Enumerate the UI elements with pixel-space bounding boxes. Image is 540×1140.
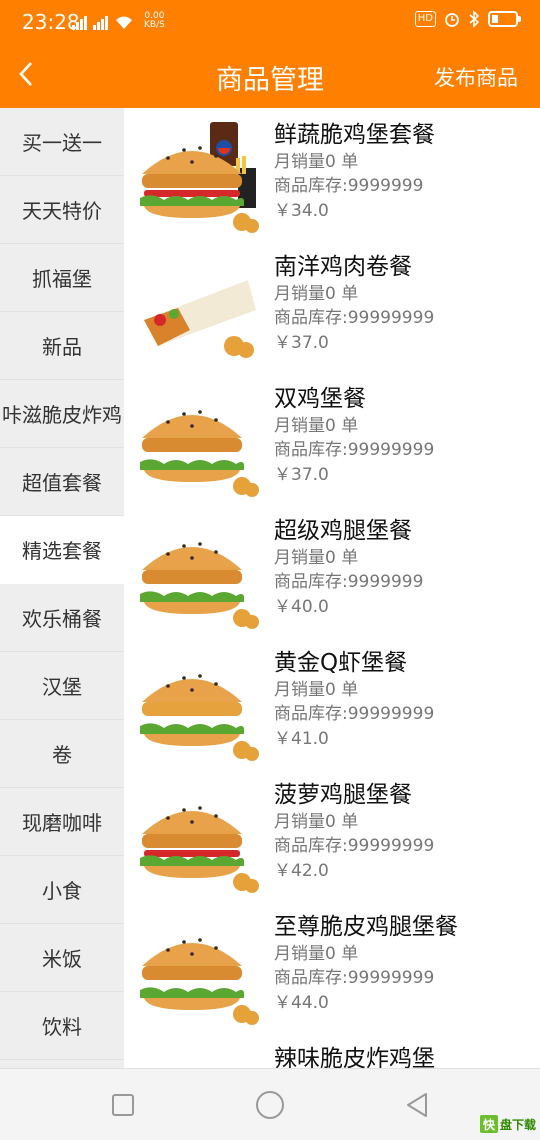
product-list: 鲜蔬脆鸡堡套餐 月销量0 单商品库存:9999999 ￥34.0 南洋鸡肉卷餐 月销量0…: [124, 108, 540, 1068]
wifi-icon: [116, 16, 132, 29]
signal-icon: [72, 14, 87, 30]
sidebar-category-item[interactable]: 咔滋脆皮炸鸡: [0, 380, 124, 448]
product-price: ￥42.0: [274, 861, 329, 881]
product-list-item[interactable]: 辣味脆皮炸鸡堡: [124, 1032, 540, 1068]
product-list-item[interactable]: 南洋鸡肉卷餐月销量0 单商品库存:99999999 ￥37.0: [124, 240, 540, 372]
product-name: 辣味脆皮炸鸡堡: [274, 1046, 435, 1068]
product-list-item[interactable]: 超级鸡腿堡餐月销量0 单商品库存:9999999 ￥40.0: [124, 504, 540, 636]
product-info: 鲜蔬脆鸡堡套餐月销量0 单商品库存:9999999 ￥34.0: [274, 120, 435, 224]
sidebar-category-item[interactable]: 欢乐桶餐: [0, 584, 124, 652]
product-info: 辣味脆皮炸鸡堡: [274, 1044, 435, 1068]
publish-product-button[interactable]: 发布商品: [434, 62, 518, 92]
product-monthly-sales: 月销量0 单: [274, 812, 359, 832]
product-stock: 商品库存:99999999: [274, 968, 435, 988]
product-image: [138, 910, 260, 1028]
product-stock: 商品库存:99999999: [274, 308, 435, 328]
product-image: [138, 118, 260, 236]
home-button[interactable]: [256, 1091, 284, 1119]
product-price: ￥44.0: [274, 993, 329, 1013]
watermark-logo: 快 盘下载: [479, 1115, 536, 1133]
product-info: 双鸡堡餐月销量0 单商品库存:99999999 ￥37.0: [274, 384, 434, 488]
sidebar-category-item[interactable]: 抓福堡: [0, 244, 124, 312]
product-stock: 商品库存:9999999: [274, 176, 424, 196]
product-image: [138, 646, 260, 764]
status-time: 23:28: [22, 10, 80, 34]
product-list-item[interactable]: 菠萝鸡腿堡餐月销量0 单商品库存:99999999 ￥42.0: [124, 768, 540, 900]
nav-back-button[interactable]: [404, 1091, 430, 1119]
product-monthly-sales: 月销量0 单: [274, 152, 359, 172]
sidebar-category-item[interactable]: 饮料: [0, 992, 124, 1060]
product-monthly-sales: 月销量0 单: [274, 680, 359, 700]
product-price: ￥34.0: [274, 201, 329, 221]
product-list-item[interactable]: 至尊脆皮鸡腿堡餐月销量0 单商品库存:99999999 ￥44.0: [124, 900, 540, 1032]
product-stock: 商品库存:99999999: [274, 836, 435, 856]
product-image: [138, 778, 260, 896]
product-monthly-sales: 月销量0 单: [274, 284, 359, 304]
sidebar-category-item[interactable]: 现磨咖啡: [0, 788, 124, 856]
sidebar-category-item[interactable]: 精选套餐: [0, 516, 124, 584]
status-bar: 23:28 0.00 KB/S HD: [0, 0, 540, 40]
product-name: 菠萝鸡腿堡餐: [274, 782, 412, 808]
product-list-item[interactable]: 鲜蔬脆鸡堡套餐月销量0 单商品库存:9999999 ￥34.0: [124, 108, 540, 240]
product-price: ￥41.0: [274, 729, 329, 749]
product-name: 超级鸡腿堡餐: [274, 518, 412, 544]
alarm-icon: [445, 13, 459, 27]
product-price: ￥40.0: [274, 597, 329, 617]
product-name: 南洋鸡肉卷餐: [274, 254, 412, 280]
product-stock: 商品库存:99999999: [274, 440, 435, 460]
bluetooth-icon: [469, 10, 480, 28]
product-stock: 商品库存:99999999: [274, 704, 435, 724]
sidebar-category-item[interactable]: 小食: [0, 856, 124, 924]
product-list-item[interactable]: 黄金Q虾堡餐月销量0 单商品库存:99999999 ￥41.0: [124, 636, 540, 768]
sidebar-category-item[interactable]: 新品: [0, 312, 124, 380]
product-image: [138, 514, 260, 632]
network-speed: 0.00 KB/S: [144, 11, 165, 30]
battery-icon: [488, 11, 521, 27]
product-monthly-sales: 月销量0 单: [274, 416, 359, 436]
product-info: 南洋鸡肉卷餐月销量0 单商品库存:99999999 ￥37.0: [274, 252, 434, 356]
status-right-icons: HD: [414, 10, 521, 28]
product-monthly-sales: 月销量0 单: [274, 944, 359, 964]
sidebar-category-item[interactable]: 买一送一: [0, 108, 124, 176]
sidebar-category-item[interactable]: 米饭: [0, 924, 124, 992]
hd-badge: HD: [414, 11, 436, 27]
product-name: 至尊脆皮鸡腿堡餐: [274, 914, 458, 940]
product-info: 黄金Q虾堡餐月销量0 单商品库存:99999999 ￥41.0: [274, 648, 434, 752]
category-sidebar: 买一送一 天天特价 抓福堡 新品 咔滋脆皮炸鸡 超值套餐 精选套餐 欢乐桶餐 汉堡卷现磨咖啡 小食…: [0, 108, 124, 1068]
product-info: 菠萝鸡腿堡餐月销量0 单商品库存:99999999 ￥42.0: [274, 780, 434, 884]
product-name: 双鸡堡餐: [274, 386, 366, 412]
sidebar-category-item[interactable]: 卷: [0, 720, 124, 788]
product-name: 鲜蔬脆鸡堡套餐: [274, 122, 435, 148]
product-info: 至尊脆皮鸡腿堡餐月销量0 单商品库存:99999999 ￥44.0: [274, 912, 458, 1016]
sidebar-category-item[interactable]: 超值套餐: [0, 448, 124, 516]
product-list-item[interactable]: 双鸡堡餐月销量0 单商品库存:99999999 ￥37.0: [124, 372, 540, 504]
product-stock: 商品库存:9999999: [274, 572, 424, 592]
product-price: ￥37.0: [274, 465, 329, 485]
product-image: [138, 382, 260, 500]
product-price: ￥37.0: [274, 333, 329, 353]
recent-apps-button[interactable]: [112, 1094, 134, 1116]
product-info: 超级鸡腿堡餐月销量0 单商品库存:9999999 ￥40.0: [274, 516, 423, 620]
status-left-icons: 0.00 KB/S: [72, 12, 165, 30]
sidebar-category-item[interactable]: 汉堡: [0, 652, 124, 720]
header-bar: 商品管理 发布商品: [0, 40, 540, 108]
signal-icon-2: [93, 14, 108, 30]
product-name: 黄金Q虾堡餐: [274, 650, 408, 676]
product-image: [138, 1042, 260, 1068]
system-nav-bar: 快 盘下载: [0, 1068, 540, 1140]
sidebar-category-item[interactable]: 天天特价: [0, 176, 124, 244]
product-monthly-sales: 月销量0 单: [274, 548, 359, 568]
product-image: [138, 250, 260, 368]
